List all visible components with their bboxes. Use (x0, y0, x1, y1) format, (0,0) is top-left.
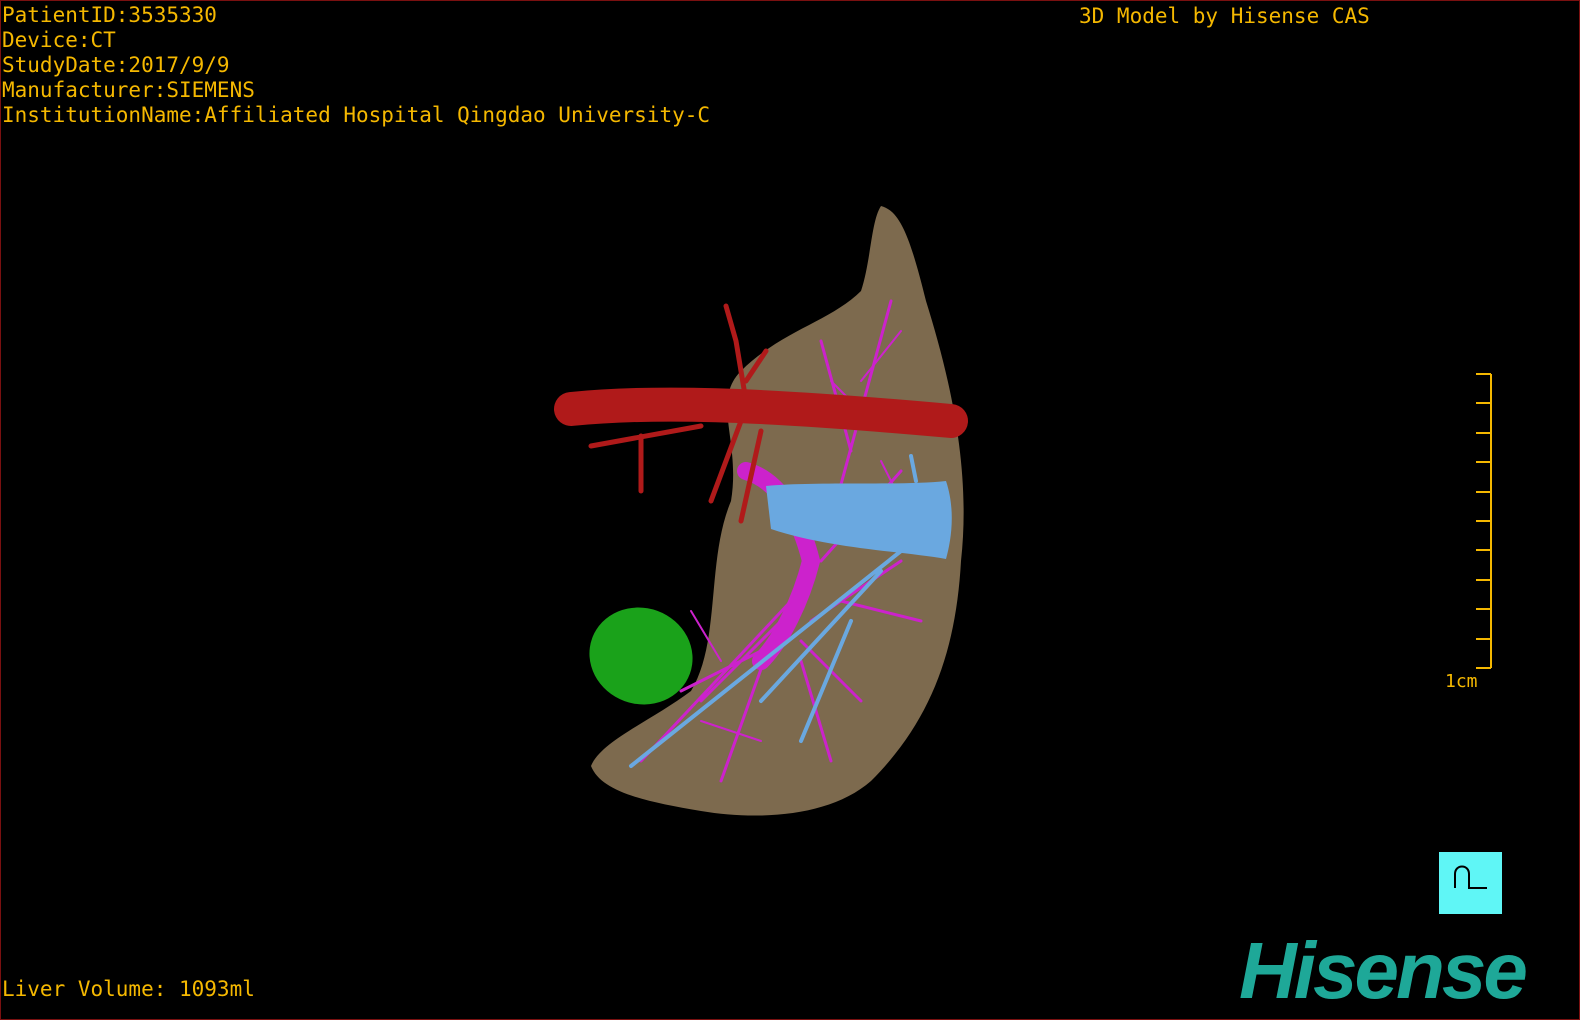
device: Device:CT (2, 28, 116, 52)
institution-name: InstitutionName:Affiliated Hospital Qing… (2, 103, 711, 127)
brand-caption: 3D Model by Hisense CAS (1079, 4, 1370, 28)
orientation-p-icon (1454, 865, 1487, 889)
study-date: StudyDate:2017/9/9 (2, 53, 230, 77)
liver-volume: Liver Volume: 1093ml (2, 977, 255, 1001)
hisense-logo: Hisense (1239, 926, 1528, 1015)
scale-bar-label: 1cm (1445, 671, 1478, 692)
scale-bar (1476, 373, 1492, 669)
orientation-cube[interactable] (1439, 852, 1502, 914)
manufacturer: Manufacturer:SIEMENS (2, 78, 255, 102)
liver-3d-model[interactable] (1, 1, 1580, 1020)
patient-info: PatientID:3535330 Device:CT StudyDate:2017… (2, 3, 710, 128)
3d-viewport[interactable]: PatientID:3535330 Device:CT StudyDate:2017… (0, 0, 1580, 1020)
patient-id: PatientID:3535330 (2, 3, 217, 27)
